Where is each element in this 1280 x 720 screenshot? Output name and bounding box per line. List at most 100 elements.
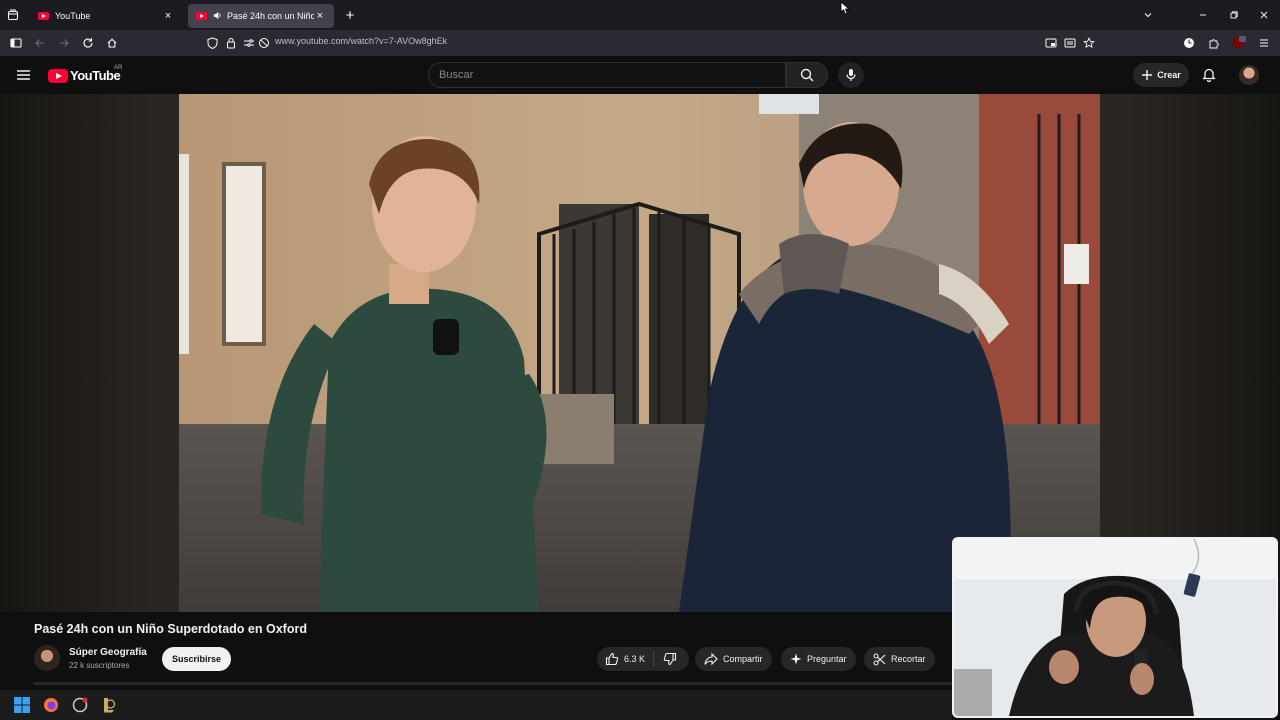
taskbar-app-3[interactable] bbox=[99, 695, 119, 715]
description-divider bbox=[34, 682, 952, 685]
league-icon bbox=[102, 697, 116, 713]
speaker-icon[interactable] bbox=[213, 11, 222, 22]
shield-badge-icon bbox=[1232, 36, 1246, 50]
browser-nav-bar: www.youtube.com/watch?v=7-AVOw8ghEk bbox=[0, 30, 1280, 56]
sidebar-toggle-button[interactable] bbox=[8, 35, 24, 51]
account-button[interactable] bbox=[1181, 35, 1197, 51]
country-code: AR bbox=[114, 65, 123, 71]
url-bar-text[interactable]: www.youtube.com/watch?v=7-AVOw8ghEk bbox=[275, 36, 447, 46]
scissors-icon bbox=[873, 652, 886, 666]
hamburger-icon bbox=[16, 68, 31, 82]
thumbs-down-icon bbox=[663, 652, 677, 666]
youtube-masthead: YouTube AR Crear bbox=[0, 56, 1280, 94]
guide-menu-button[interactable] bbox=[16, 68, 31, 82]
ask-button[interactable]: Preguntar bbox=[781, 647, 856, 671]
star-icon bbox=[1083, 37, 1095, 49]
windows-logo-icon bbox=[14, 697, 30, 713]
subscriber-count: 22 k suscriptores bbox=[69, 661, 130, 670]
bell-icon bbox=[1202, 67, 1216, 82]
autoplay-icon bbox=[258, 37, 270, 49]
search-input[interactable] bbox=[439, 63, 785, 87]
plus-icon bbox=[1141, 69, 1153, 81]
windows-taskbar bbox=[0, 690, 952, 720]
ublock-extension-button[interactable] bbox=[1231, 35, 1247, 51]
hamburger-icon bbox=[1258, 37, 1270, 49]
close-window-button[interactable] bbox=[1249, 0, 1279, 30]
share-button[interactable]: Compartir bbox=[695, 647, 772, 671]
video-player[interactable] bbox=[179, 94, 1100, 612]
list-all-tabs-button[interactable] bbox=[1133, 0, 1163, 30]
youtube-favicon-icon bbox=[196, 12, 207, 20]
picture-in-picture-button[interactable] bbox=[1043, 35, 1059, 51]
notifications-button[interactable] bbox=[1202, 67, 1216, 82]
reader-view-icon bbox=[1064, 37, 1076, 49]
webcam-overlay bbox=[952, 537, 1278, 718]
permissions-button[interactable] bbox=[241, 35, 257, 51]
subscribe-button[interactable]: Suscribirse bbox=[162, 647, 231, 671]
permissions-icon bbox=[243, 37, 255, 49]
create-label: Crear bbox=[1157, 70, 1181, 80]
sparkle-icon bbox=[790, 653, 802, 665]
browser-tab-strip: YouTube × Pasé 24h con un Niño Superdota… bbox=[0, 0, 1280, 30]
share-icon bbox=[704, 652, 718, 666]
create-button[interactable]: Crear bbox=[1133, 63, 1189, 87]
voice-search-button[interactable] bbox=[838, 62, 864, 88]
youtube-favicon-icon bbox=[38, 12, 49, 20]
like-button[interactable]: 6.3 K bbox=[605, 651, 655, 667]
minimize-icon bbox=[1198, 10, 1208, 20]
firefox-icon bbox=[43, 697, 59, 713]
search-icon bbox=[800, 68, 814, 82]
video-title: Pasé 24h con un Niño Superdotado en Oxfo… bbox=[34, 622, 307, 636]
mouse-cursor-icon bbox=[840, 1, 851, 20]
site-security-button[interactable] bbox=[223, 35, 239, 51]
minimize-button[interactable] bbox=[1188, 0, 1218, 30]
tab-list-button[interactable] bbox=[0, 0, 26, 30]
tracking-protection-button[interactable] bbox=[204, 35, 220, 51]
clip-button[interactable]: Recortar bbox=[864, 647, 935, 671]
ask-label: Preguntar bbox=[807, 654, 847, 664]
dislike-button[interactable] bbox=[654, 652, 677, 666]
search-button[interactable] bbox=[786, 62, 828, 88]
arrow-right-icon bbox=[58, 37, 70, 49]
extensions-button[interactable] bbox=[1206, 35, 1222, 51]
clip-label: Recortar bbox=[891, 654, 926, 664]
reader-view-button[interactable] bbox=[1062, 35, 1078, 51]
home-icon bbox=[106, 37, 118, 49]
forward-button[interactable] bbox=[56, 35, 72, 51]
taskbar-firefox[interactable] bbox=[41, 695, 61, 715]
tab-video[interactable]: Pasé 24h con un Niño Superdotado en Oxfo… bbox=[188, 4, 334, 28]
back-button[interactable] bbox=[32, 35, 48, 51]
chevron-down-icon bbox=[1143, 10, 1153, 20]
picture-in-picture-icon bbox=[1045, 37, 1057, 49]
channel-name[interactable]: Súper Geografía bbox=[69, 647, 147, 658]
channel-avatar[interactable] bbox=[34, 645, 60, 671]
logo-text: YouTube bbox=[70, 68, 121, 83]
puzzle-icon bbox=[1208, 37, 1220, 49]
youtube-logo[interactable]: YouTube AR bbox=[48, 65, 123, 83]
restore-button[interactable] bbox=[1219, 0, 1249, 30]
new-tab-button[interactable]: + bbox=[342, 7, 358, 24]
start-button[interactable] bbox=[12, 695, 32, 715]
tab-youtube[interactable]: YouTube × bbox=[30, 4, 182, 28]
share-label: Compartir bbox=[723, 654, 763, 664]
microphone-icon bbox=[845, 68, 857, 82]
menu-button[interactable] bbox=[1256, 35, 1272, 51]
video-frame-image bbox=[179, 94, 1100, 612]
like-count: 6.3 K bbox=[624, 654, 646, 664]
sidebar-icon bbox=[10, 37, 22, 49]
home-button[interactable] bbox=[104, 35, 120, 51]
bookmark-button[interactable] bbox=[1081, 35, 1097, 51]
search-box[interactable] bbox=[428, 62, 786, 88]
autoplay-blocked-button[interactable] bbox=[256, 35, 272, 51]
webcam-image bbox=[954, 539, 1276, 716]
tab-close-button[interactable]: × bbox=[314, 10, 326, 22]
app-circle-icon bbox=[72, 697, 88, 713]
tab-title: YouTube bbox=[55, 11, 91, 21]
taskbar-app-2[interactable] bbox=[70, 695, 90, 715]
reload-button[interactable] bbox=[80, 35, 96, 51]
youtube-play-icon bbox=[48, 68, 68, 83]
tab-close-button[interactable]: × bbox=[162, 10, 174, 22]
user-avatar[interactable] bbox=[1239, 65, 1259, 85]
account-icon bbox=[1183, 37, 1195, 49]
shield-icon bbox=[207, 37, 218, 49]
